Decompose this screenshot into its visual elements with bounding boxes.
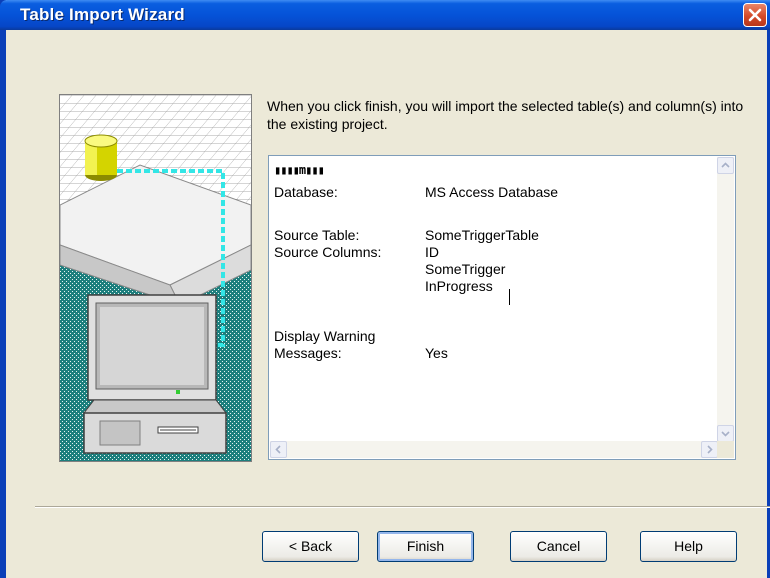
finish-button[interactable]: Finish: [377, 531, 474, 562]
database-value: MS Access Database: [425, 184, 559, 200]
close-button[interactable]: [743, 3, 767, 27]
back-button[interactable]: < Back: [262, 531, 359, 562]
close-icon: [748, 8, 762, 22]
separator-line: [35, 506, 770, 508]
scrollbar-corner: [717, 441, 734, 458]
summary-text-box[interactable]: ▮▮▮▮m▮▮▮ Database: MS Access Database So…: [268, 155, 736, 460]
source-column-item: ID: [425, 244, 439, 260]
help-button[interactable]: Help: [640, 531, 737, 562]
chevron-left-icon: [275, 445, 281, 454]
source-table-label: Source Table:: [274, 227, 360, 243]
source-column-item: InProgress: [425, 278, 493, 294]
title-bar[interactable]: Table Import Wizard: [0, 0, 770, 30]
scroll-down-button[interactable]: [717, 425, 734, 442]
chevron-right-icon: [707, 445, 713, 454]
chevron-up-icon: [721, 162, 730, 168]
scroll-left-button[interactable]: [270, 441, 287, 458]
source-table-value: SomeTriggerTable: [425, 227, 539, 243]
intro-text: When you click finish, you will import t…: [267, 98, 744, 132]
source-columns-label: Source Columns:: [274, 244, 382, 260]
source-column-item: SomeTrigger: [425, 261, 506, 277]
wizard-illustration: [59, 94, 252, 462]
horizontal-scrollbar[interactable]: [270, 441, 718, 458]
warning-label-line2: Messages:: [274, 345, 342, 361]
scroll-right-button[interactable]: [701, 441, 718, 458]
warning-value: Yes: [425, 345, 448, 361]
database-label: Database:: [274, 184, 338, 200]
vertical-scrollbar[interactable]: [717, 157, 734, 442]
cancel-button[interactable]: Cancel: [510, 531, 607, 562]
summary-header-glyphs: ▮▮▮▮m▮▮▮: [274, 163, 325, 177]
text-caret: [509, 289, 510, 305]
chevron-down-icon: [721, 431, 730, 437]
window-title: Table Import Wizard: [20, 5, 185, 24]
scroll-up-button[interactable]: [717, 157, 734, 174]
warning-label-line1: Display Warning: [274, 328, 376, 344]
